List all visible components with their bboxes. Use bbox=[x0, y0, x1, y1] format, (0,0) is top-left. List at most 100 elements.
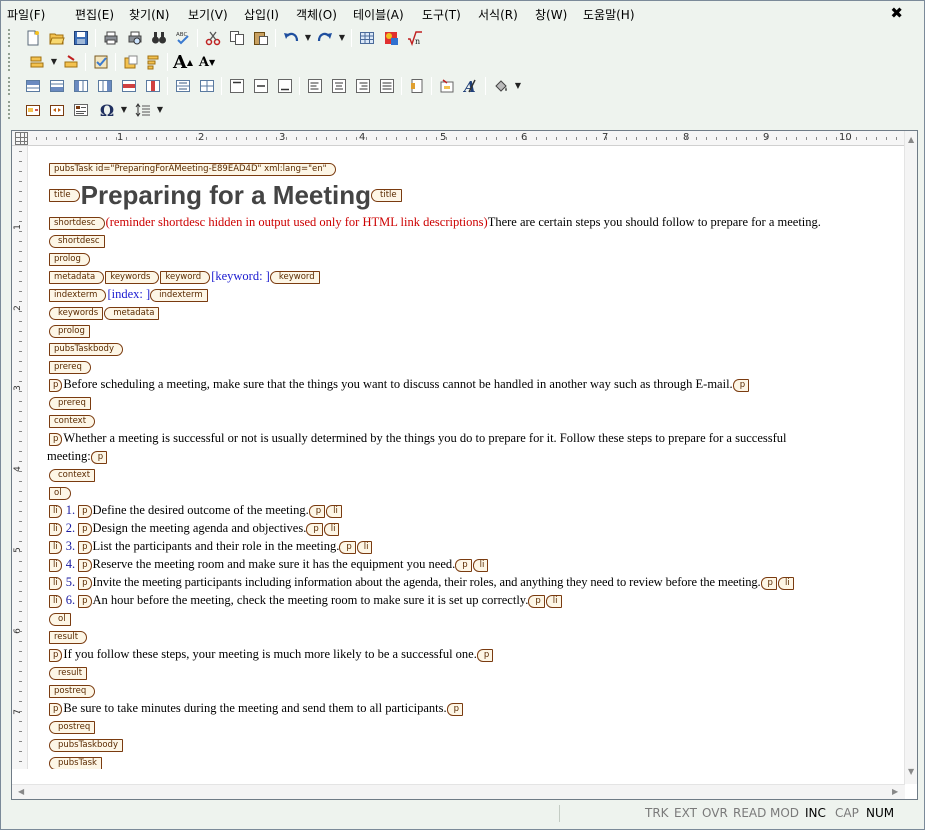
toolbar-grip[interactable] bbox=[7, 28, 11, 48]
p-open-tag[interactable]: p bbox=[49, 702, 63, 716]
step-text[interactable]: Define the desired outcome of the meetin… bbox=[93, 503, 309, 517]
p-close-tag[interactable]: p bbox=[90, 450, 108, 464]
hide-tags-button[interactable] bbox=[47, 100, 67, 120]
li-open-tag[interactable]: li bbox=[49, 594, 62, 608]
keyword-placeholder[interactable]: [keyword: ] bbox=[211, 269, 270, 283]
merge-cells-button[interactable] bbox=[173, 76, 193, 96]
insert-col-right-button[interactable] bbox=[95, 76, 115, 96]
body-close-tag[interactable]: pubsTaskbody bbox=[49, 738, 123, 752]
shortdesc-open-tag[interactable]: shortdesc bbox=[49, 216, 105, 230]
li-close-tag[interactable]: li bbox=[326, 504, 342, 518]
prereq-text[interactable]: Before scheduling a meeting, make sure t… bbox=[63, 377, 732, 391]
li-close-tag[interactable]: li bbox=[356, 540, 373, 554]
attributes-button[interactable] bbox=[121, 52, 141, 72]
print-preview-button[interactable] bbox=[125, 28, 145, 48]
p-open-tag[interactable]: p bbox=[78, 522, 92, 536]
p-open-tag[interactable]: p bbox=[49, 432, 63, 446]
p-open-tag[interactable]: p bbox=[49, 648, 63, 662]
style-button[interactable]: A bbox=[461, 76, 481, 96]
li-close-tag[interactable]: li bbox=[472, 558, 489, 572]
title-open-tag[interactable]: title bbox=[49, 188, 80, 202]
prolog-close-tag[interactable]: prolog bbox=[49, 324, 90, 338]
element-list-button[interactable] bbox=[143, 52, 163, 72]
li-close-tag[interactable]: li bbox=[323, 522, 340, 536]
copy-button[interactable] bbox=[227, 28, 247, 48]
insert-row-below-button[interactable] bbox=[47, 76, 67, 96]
insert-row-above-button[interactable] bbox=[23, 76, 43, 96]
insert-link-button[interactable] bbox=[437, 76, 457, 96]
insert-col-left-button[interactable] bbox=[71, 76, 91, 96]
shortdesc-close-tag[interactable]: shortdesc bbox=[49, 234, 105, 248]
context-open-tag[interactable]: context bbox=[49, 414, 96, 428]
document-editor[interactable]: 1 2 3 4 5 6 7 8 9 10 1 2 3 4 5 6 7 pubsT… bbox=[11, 130, 918, 800]
menu-window[interactable]: 창(W) bbox=[535, 6, 567, 23]
p-open-tag[interactable]: p bbox=[78, 576, 92, 590]
li-open-tag[interactable]: li bbox=[49, 540, 62, 554]
close-document-button[interactable]: ✖ bbox=[890, 4, 903, 22]
postreq-close-tag[interactable]: postreq bbox=[49, 720, 96, 734]
indexterm-close-tag[interactable]: indexterm bbox=[150, 288, 208, 302]
p-open-tag[interactable]: p bbox=[49, 378, 63, 392]
p-close-tag[interactable]: p bbox=[760, 576, 777, 590]
context-text-line1[interactable]: Whether a meeting is successful or not i… bbox=[63, 431, 786, 445]
find-button[interactable] bbox=[149, 28, 169, 48]
step-text[interactable]: Reserve the meeting room and make sure i… bbox=[93, 557, 456, 571]
insert-equation-button[interactable]: n bbox=[405, 28, 425, 48]
result-text[interactable]: If you follow these steps, your meeting … bbox=[63, 647, 476, 661]
toolbar-grip[interactable] bbox=[7, 52, 11, 72]
redo-button[interactable] bbox=[315, 28, 335, 48]
justify-button[interactable] bbox=[377, 76, 397, 96]
keywords-open-tag[interactable]: keywords bbox=[105, 270, 160, 284]
p-open-tag[interactable]: p bbox=[78, 504, 92, 518]
toolbar-grip[interactable] bbox=[7, 76, 11, 96]
valign-bottom-button[interactable] bbox=[275, 76, 295, 96]
insert-table-button[interactable] bbox=[357, 28, 377, 48]
li-open-tag[interactable]: li bbox=[49, 504, 62, 518]
align-right-button[interactable] bbox=[353, 76, 373, 96]
result-open-tag[interactable]: result bbox=[49, 630, 88, 644]
scroll-right-arrow-icon[interactable]: ▶ bbox=[892, 787, 898, 796]
li-close-tag[interactable]: li bbox=[545, 594, 562, 608]
p-open-tag[interactable]: p bbox=[78, 594, 92, 608]
fill-color-button[interactable] bbox=[491, 76, 511, 96]
fill-color-dropdown[interactable]: ▼ bbox=[513, 76, 523, 96]
toolbar-grip[interactable] bbox=[7, 100, 11, 120]
print-button[interactable] bbox=[101, 28, 121, 48]
delete-row-button[interactable] bbox=[119, 76, 139, 96]
menu-table[interactable]: 테이블(A) bbox=[353, 6, 404, 23]
keyword-open-tag[interactable]: keyword bbox=[160, 270, 211, 284]
step-text[interactable]: List the participants and their role in … bbox=[93, 539, 340, 553]
pubstask-close-tag[interactable]: pubsTask bbox=[49, 756, 102, 769]
tag-view-button[interactable] bbox=[71, 100, 91, 120]
li-close-tag[interactable]: li bbox=[777, 576, 794, 590]
metadata-open-tag[interactable]: metadata bbox=[49, 270, 105, 284]
spell-check-button[interactable]: ABC bbox=[173, 28, 193, 48]
li-open-tag[interactable]: li bbox=[49, 576, 62, 590]
shortdesc-hidden-note[interactable]: (reminder shortdesc hidden in output use… bbox=[106, 215, 488, 229]
menu-insert[interactable]: 삽입(I) bbox=[244, 6, 279, 23]
postreq-open-tag[interactable]: postreq bbox=[49, 684, 96, 698]
p-close-tag[interactable]: p bbox=[339, 540, 356, 554]
postreq-text[interactable]: Be sure to take minutes during the meeti… bbox=[63, 701, 446, 715]
indexterm-open-tag[interactable]: indexterm bbox=[49, 288, 107, 302]
decrease-font-button[interactable]: A ▼ bbox=[197, 52, 217, 72]
p-close-tag[interactable]: p bbox=[732, 378, 750, 392]
keywords-close-tag[interactable]: keywords bbox=[49, 306, 104, 320]
horizontal-scrollbar[interactable]: ◀ ▶ bbox=[12, 784, 905, 799]
document-content[interactable]: pubsTask id="PreparingForAMeeting-E89EAD… bbox=[29, 147, 905, 769]
change-element-button[interactable] bbox=[61, 52, 81, 72]
menu-format[interactable]: 서식(R) bbox=[478, 6, 518, 23]
prereq-close-tag[interactable]: prereq bbox=[49, 396, 91, 410]
valign-middle-button[interactable] bbox=[251, 76, 271, 96]
delete-col-button[interactable] bbox=[143, 76, 163, 96]
redo-dropdown[interactable]: ▼ bbox=[337, 28, 347, 48]
symbol-dropdown[interactable]: ▼ bbox=[119, 100, 129, 120]
split-cells-button[interactable] bbox=[197, 76, 217, 96]
increase-font-button[interactable]: A ▲ bbox=[173, 52, 193, 73]
p-open-tag[interactable]: p bbox=[78, 540, 92, 554]
menu-view[interactable]: 보기(V) bbox=[188, 6, 228, 23]
save-button[interactable] bbox=[71, 28, 91, 48]
body-open-tag[interactable]: pubsTaskbody bbox=[49, 342, 123, 356]
p-open-tag[interactable]: p bbox=[78, 558, 92, 572]
menu-edit[interactable]: 편집(E) bbox=[75, 6, 114, 23]
